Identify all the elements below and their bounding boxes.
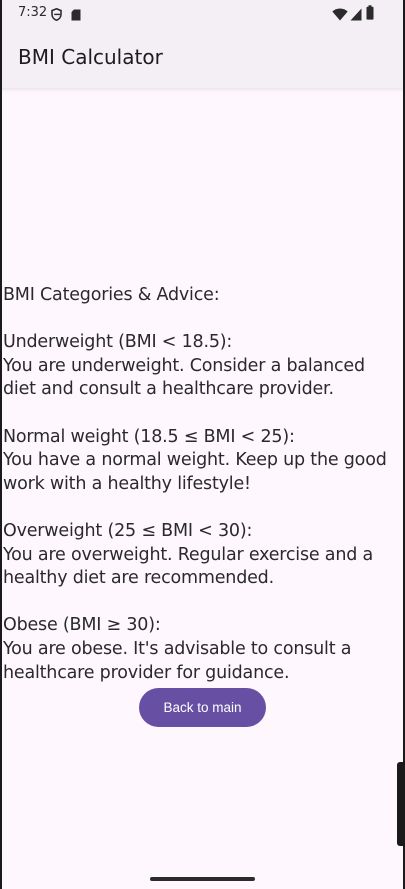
- advice-heading: BMI Categories & Advice:: [3, 285, 220, 305]
- category-title-normal: Normal weight (18.5 ≤ BMI < 25):: [3, 426, 295, 447]
- sd-card-icon: [71, 6, 81, 25]
- bmi-advice-content: BMI Categories & Advice: Underweight (BM…: [3, 284, 398, 685]
- battery-icon: [366, 5, 374, 24]
- category-advice-obese: You are obese. It's advisable to consult…: [3, 638, 352, 683]
- category-advice-underweight: You are underweight. Consider a balanced…: [3, 355, 365, 400]
- device-frame-left: [0, 0, 2, 889]
- shield-icon: [51, 6, 62, 25]
- home-indicator[interactable]: [150, 877, 255, 881]
- status-time: 7:32: [18, 5, 48, 20]
- app-bar: BMI Calculator: [0, 26, 405, 88]
- signal-icon: [350, 6, 362, 25]
- category-title-obese: Obese (BMI ≥ 30):: [3, 615, 161, 636]
- back-to-main-button[interactable]: Back to main: [139, 688, 266, 727]
- category-advice-normal: You have a normal weight. Keep up the go…: [3, 450, 387, 494]
- category-advice-overweight: You are overweight. Regular exercise and…: [3, 544, 374, 589]
- category-title-overweight: Overweight (25 ≤ BMI < 30):: [3, 520, 253, 541]
- page-title: BMI Calculator: [18, 45, 163, 69]
- wifi-icon: [332, 6, 348, 25]
- status-bar: 7:32: [0, 0, 405, 26]
- scroll-handle[interactable]: [397, 762, 405, 846]
- category-title-underweight: Underweight (BMI < 18.5):: [3, 332, 233, 353]
